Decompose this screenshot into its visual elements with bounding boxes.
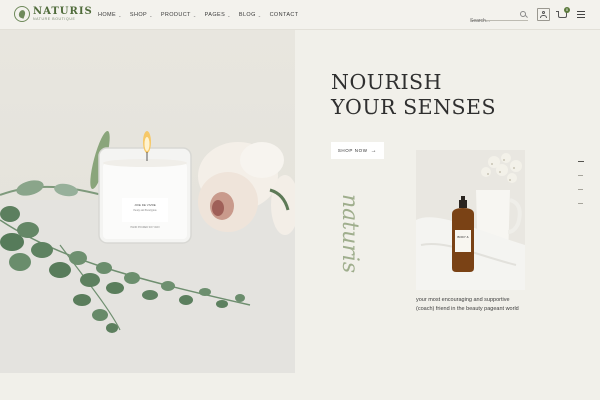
user-icon: [542, 11, 545, 14]
candle-label-wax: HAND POURED SOY WAX: [130, 226, 160, 229]
search-icon[interactable]: [520, 11, 526, 17]
slide-indicator-2[interactable]: [578, 175, 583, 176]
main-nav: HOME ⌄ SHOP ⌄ PRODUCT ⌄ PAGES ⌄ BLOG ⌄ CONTAC…: [98, 12, 299, 18]
arrow-right-icon: →: [370, 147, 378, 154]
slider-pagination: [578, 161, 584, 217]
svg-text:naturis: naturis: [337, 194, 362, 273]
nav-item-product[interactable]: PRODUCT ⌄: [161, 12, 197, 18]
nav-item-pages[interactable]: PAGES ⌄: [205, 12, 231, 18]
account-button[interactable]: [537, 8, 550, 21]
candle-label-title: JOIE DE VIVRE: [134, 203, 156, 207]
nav-item-home[interactable]: HOME ⌄: [98, 12, 122, 18]
chevron-down-icon: ⌄: [192, 12, 197, 18]
headline-line-2: YOUR SENSES: [331, 95, 497, 119]
body-wash-bottle-image: BODY &: [416, 150, 525, 290]
search-input[interactable]: [470, 15, 516, 27]
hero-headline: NOURISH YOUR SENSES: [331, 70, 496, 120]
bottle-label: BODY &: [457, 235, 468, 239]
hero-image: JOIE DE VIVRE Peony and Eucalyptus HAND …: [0, 30, 295, 373]
shop-now-label: SHOP NOW: [337, 148, 368, 153]
slide-indicator-3[interactable]: [578, 189, 583, 190]
headline-line-1: NOURISH: [331, 70, 442, 94]
nav-item-contact[interactable]: CONTACT: [270, 12, 299, 18]
hamburger-menu-icon[interactable]: [577, 11, 585, 18]
cart-count-badge: 0: [564, 7, 570, 13]
leaf-logo-icon: [14, 6, 30, 22]
brand-tagline: NATURE BOUTIQUE: [33, 16, 76, 21]
brand-logo[interactable]: NATURIS NATURE BOUTIQUE: [14, 6, 93, 22]
candle-label-scent: Peony and Eucalyptus: [133, 209, 156, 212]
nav-item-shop[interactable]: SHOP ⌄: [130, 12, 153, 18]
brand-name: NATURIS: [33, 5, 93, 17]
peony-flower-icon: [198, 142, 295, 235]
site-header: NATURIS NATURE BOUTIQUE HOME ⌄ SHOP ⌄ PROD…: [0, 0, 600, 30]
nav-item-blog[interactable]: BLOG ⌄: [239, 12, 262, 18]
shop-now-button[interactable]: SHOP NOW →: [331, 142, 384, 159]
slide-indicator-4[interactable]: [578, 203, 583, 204]
chevron-down-icon: ⌄: [149, 12, 153, 18]
search-box: [470, 9, 528, 27]
chevron-down-icon: ⌄: [257, 12, 262, 18]
cart-button[interactable]: 0: [556, 7, 570, 19]
product-photo[interactable]: BODY &: [416, 150, 525, 290]
candle-scene-image: JOIE DE VIVRE Peony and Eucalyptus HAND …: [0, 130, 295, 373]
naturis-script-wordmark: naturis: [337, 194, 362, 273]
chevron-down-icon: ⌄: [227, 12, 231, 18]
slide-indicator-1[interactable]: [578, 161, 584, 162]
chevron-down-icon: ⌄: [118, 12, 122, 18]
promo-caption: your most encouraging and supportive (co…: [416, 297, 519, 312]
